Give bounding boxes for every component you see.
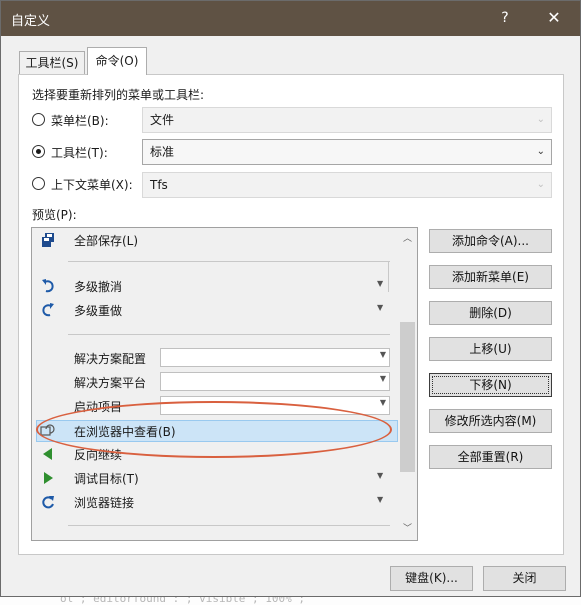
dropdown-arrow-icon: ▼ [377, 471, 384, 480]
reverse-continue-icon [40, 446, 56, 462]
list-item[interactable]: 多级撤消 ▼ [36, 275, 398, 297]
add-command-button[interactable]: 添加命令(A)... [429, 229, 552, 253]
dropdown-arrow-icon: ▼ [379, 398, 386, 407]
list-item[interactable]: 启动项目 ▼ [36, 395, 398, 417]
help-button[interactable]: ? [493, 5, 517, 31]
context-menu-radio[interactable] [32, 177, 45, 190]
save-all-icon [40, 232, 56, 248]
solution-platform-combo[interactable]: ▼ [160, 372, 390, 391]
scroll-down-icon[interactable]: ﹀ [398, 520, 417, 538]
delete-button[interactable]: 删除(D) [429, 301, 552, 325]
separator [68, 261, 390, 262]
list-item-label: 在浏览器中查看(B) [74, 425, 176, 439]
context-menu-label: 上下文菜单(X): [51, 178, 133, 192]
startup-project-combo[interactable]: ▼ [160, 396, 390, 415]
move-up-button[interactable]: 上移(U) [429, 337, 552, 361]
preview-label: 预览(P): [32, 208, 77, 222]
add-new-menu-button[interactable]: 添加新菜单(E) [429, 265, 552, 289]
menubar-select-value: 文件 [150, 113, 175, 127]
toolbar-select[interactable]: 标准 ⌄ [142, 139, 552, 165]
close-button[interactable]: 关闭 [483, 566, 566, 591]
chevron-down-icon: ⌄ [536, 114, 545, 125]
list-item[interactable]: 反向继续 [36, 443, 398, 465]
list-item-label: 反向继续 [74, 448, 123, 462]
menubar-label: 菜单栏(B): [51, 114, 109, 128]
view-in-browser-icon [40, 423, 56, 439]
start-debug-icon [40, 470, 56, 486]
context-menu-select-value: Tfs [150, 178, 168, 192]
context-menu-select[interactable]: Tfs ⌄ [142, 172, 552, 198]
list-item[interactable]: 调试目标(T) ▼ [36, 467, 398, 489]
close-window-button[interactable]: ✕ [541, 5, 567, 31]
list-item[interactable]: 全部保存(L) [36, 229, 398, 251]
solution-config-combo[interactable]: ▼ [160, 348, 390, 367]
tab-toolbars[interactable]: 工具栏(S) [19, 51, 85, 75]
section-label: 选择要重新排列的菜单或工具栏: [32, 88, 205, 102]
menubar-select[interactable]: 文件 ⌄ [142, 107, 552, 133]
dropdown-arrow-icon: ▼ [377, 495, 384, 504]
list-item-label: 多级重做 [74, 304, 123, 318]
keyboard-button[interactable]: 键盘(K)... [390, 566, 473, 591]
modify-selection-button[interactable]: 修改所选内容(M) [429, 409, 552, 433]
toolbar-select-value: 标准 [150, 145, 175, 159]
dropdown-arrow-icon: ▼ [377, 303, 384, 312]
redo-icon [40, 302, 56, 318]
list-item-label: 调试目标(T) [74, 472, 139, 486]
chevron-down-icon: ⌄ [536, 179, 545, 190]
reset-all-button[interactable]: 全部重置(R) [429, 445, 552, 469]
dropdown-arrow-icon: ▼ [377, 279, 384, 288]
preview-list[interactable]: 全部保存(L) 多级撤消 ▼ 多级重做 ▼ 解决方案配置 ▼ 解决方案平台 ▼ … [31, 227, 418, 541]
list-item-label: 解决方案平台 [74, 376, 147, 390]
toolbar-radio[interactable] [32, 145, 45, 158]
list-item[interactable]: 解决方案配置 ▼ [36, 347, 398, 369]
preview-scrollbar[interactable]: ︿ ﹀ [398, 228, 417, 540]
list-item-label: 启动项目 [74, 400, 123, 414]
title-bar: 自定义 ? ✕ [1, 1, 580, 36]
background-code-text: ol ; editorfound : ; visible ; 100% ; [60, 597, 306, 605]
dropdown-arrow-icon: ▼ [379, 374, 386, 383]
browser-link-refresh-icon [40, 494, 56, 510]
undo-icon [40, 278, 56, 294]
separator [68, 525, 390, 526]
menubar-radio[interactable] [32, 113, 45, 126]
list-item-label: 解决方案配置 [74, 352, 147, 366]
list-item[interactable]: 多级重做 ▼ [36, 299, 398, 321]
list-item[interactable]: 浏览器链接 ▼ [36, 491, 398, 513]
list-item-label: 全部保存(L) [74, 234, 139, 248]
scrollbar-thumb[interactable] [400, 322, 415, 472]
list-item-selected[interactable]: 在浏览器中查看(B) [36, 420, 398, 442]
separator [68, 334, 390, 335]
dropdown-arrow-icon: ▼ [379, 350, 386, 359]
tab-commands[interactable]: 命令(O) [87, 47, 147, 75]
dialog-title: 自定义 [11, 14, 51, 29]
chevron-down-icon: ⌄ [536, 146, 545, 157]
move-down-button[interactable]: 下移(N) [429, 373, 552, 397]
list-item-label: 浏览器链接 [74, 496, 135, 510]
scroll-up-icon[interactable]: ︿ [398, 230, 417, 248]
list-item[interactable]: 解决方案平台 ▼ [36, 371, 398, 393]
list-item-label: 多级撤消 [74, 280, 123, 294]
toolbar-label: 工具栏(T): [51, 146, 108, 160]
customize-dialog: 自定义 ? ✕ 工具栏(S) 命令(O) 选择要重新排列的菜单或工具栏: 菜单栏… [0, 0, 581, 597]
background-editor-strip: ol ; editorfound : ; visible ; 100% ; [0, 597, 581, 605]
